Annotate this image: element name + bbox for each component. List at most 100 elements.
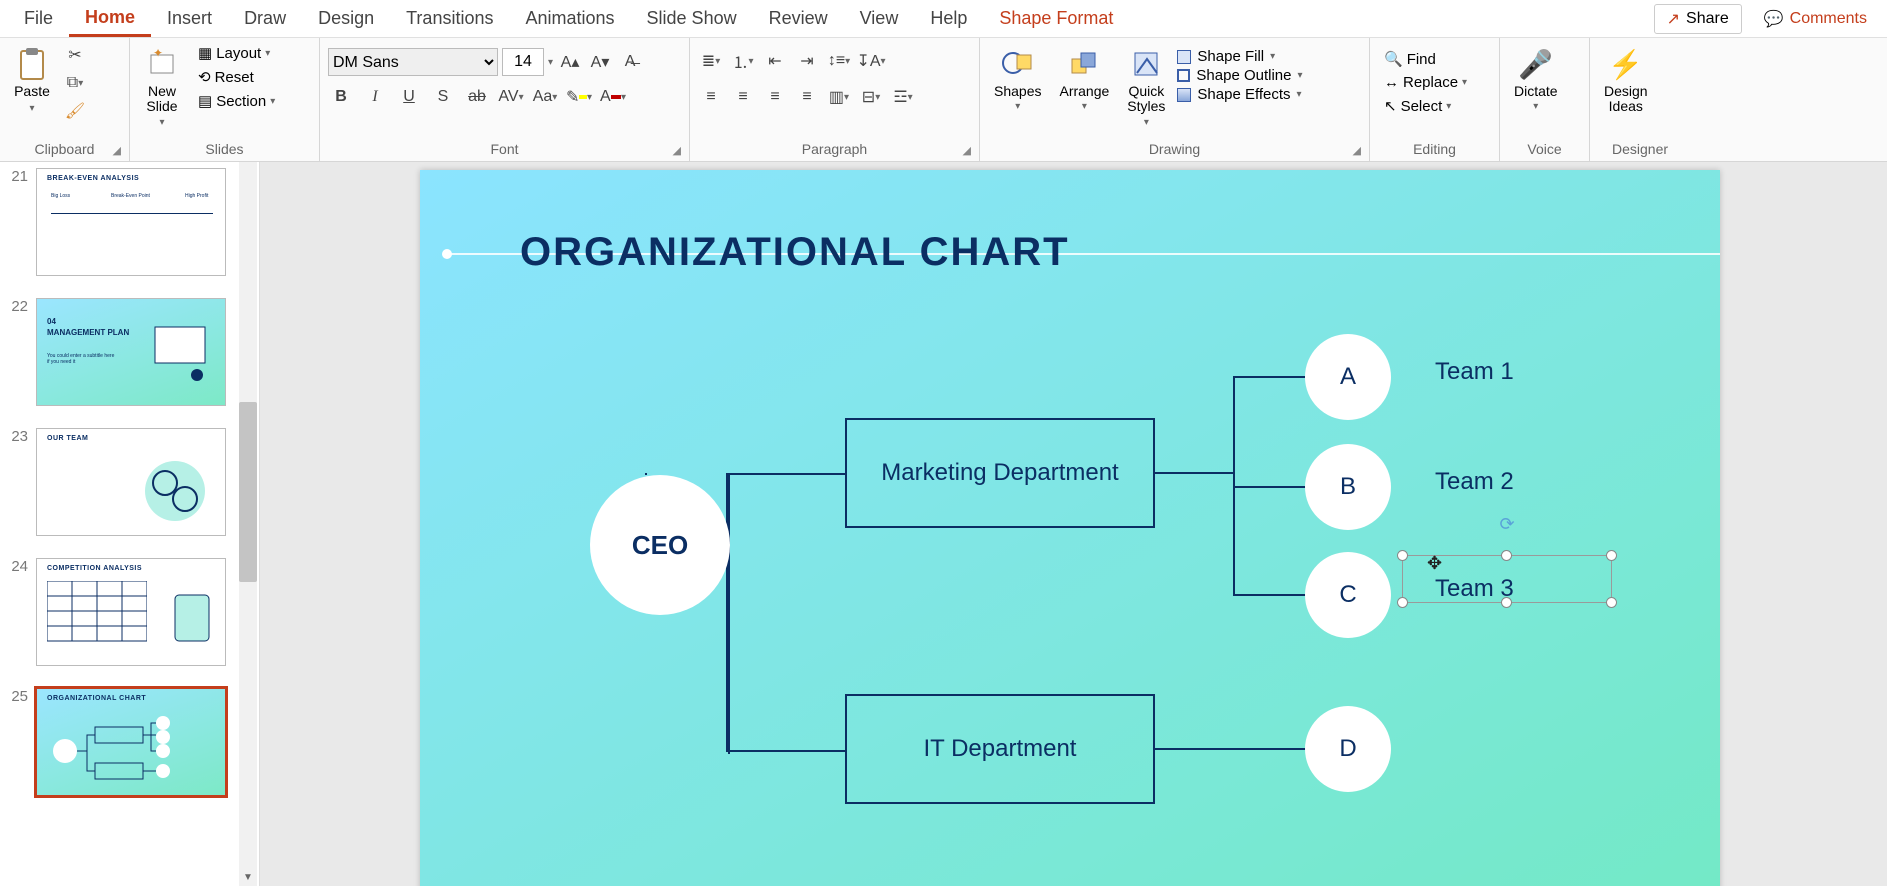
strike-button[interactable]: ab bbox=[464, 84, 490, 110]
connector[interactable] bbox=[1155, 472, 1235, 474]
shapes-button[interactable]: Shapes▾ bbox=[988, 42, 1047, 116]
decrease-indent-button[interactable]: ⇤ bbox=[762, 48, 788, 74]
resize-handle-sw[interactable] bbox=[1397, 597, 1408, 608]
shadow-button[interactable]: S bbox=[430, 84, 456, 110]
font-color-button[interactable]: A▾ bbox=[600, 84, 626, 110]
resize-handle-nw[interactable] bbox=[1397, 550, 1408, 561]
shape-effects-button[interactable]: Shape Effects▾ bbox=[1177, 86, 1302, 103]
thumbnail-21[interactable]: BREAK-EVEN ANALYSIS Big Loss Break-Even … bbox=[36, 168, 226, 276]
design-ideas-button[interactable]: ⚡ Design Ideas bbox=[1598, 42, 1654, 119]
connector[interactable] bbox=[1233, 486, 1307, 488]
font-launcher[interactable]: ◢ bbox=[673, 144, 681, 157]
tab-insert[interactable]: Insert bbox=[151, 2, 228, 35]
decrease-font-button[interactable]: A▾ bbox=[587, 49, 613, 75]
new-slide-button[interactable]: ✦ New Slide ▾ bbox=[138, 42, 186, 132]
drawing-launcher[interactable]: ◢ bbox=[1353, 144, 1361, 157]
tab-draw[interactable]: Draw bbox=[228, 2, 302, 35]
tab-slideshow[interactable]: Slide Show bbox=[631, 2, 753, 35]
clipboard-launcher[interactable]: ◢ bbox=[113, 144, 121, 157]
layout-button[interactable]: ▦Layout▾ bbox=[192, 42, 281, 64]
team-3-label[interactable]: Team 3 bbox=[1435, 575, 1514, 603]
slide-title[interactable]: ORGANIZATIONAL CHART bbox=[520, 230, 1070, 275]
text-direction-button[interactable]: ↧A▾ bbox=[858, 48, 884, 74]
change-case-button[interactable]: Aa▾ bbox=[532, 84, 558, 110]
slide-canvas[interactable]: ORGANIZATIONAL CHART bbox=[260, 162, 1887, 886]
scrollbar-thumb[interactable] bbox=[239, 402, 257, 582]
copy-button[interactable]: ⧉▾ bbox=[62, 70, 88, 96]
replace-button[interactable]: ↔Replace▾ bbox=[1378, 72, 1473, 93]
font-name-select[interactable]: DM Sans bbox=[328, 48, 498, 76]
paste-button[interactable]: Paste▾ bbox=[8, 42, 56, 119]
node-c[interactable]: C bbox=[1305, 552, 1391, 638]
resize-handle-n[interactable] bbox=[1501, 550, 1512, 561]
tab-design[interactable]: Design bbox=[302, 2, 390, 35]
connector[interactable] bbox=[728, 544, 730, 754]
smartart-button[interactable]: ☲▾ bbox=[890, 84, 916, 110]
connector[interactable] bbox=[1233, 594, 1307, 596]
increase-indent-button[interactable]: ⇥ bbox=[794, 48, 820, 74]
section-button[interactable]: ▤Section▾ bbox=[192, 90, 281, 112]
font-size-dropdown[interactable]: ▾ bbox=[548, 57, 553, 68]
reset-button[interactable]: ⟲Reset bbox=[192, 66, 281, 88]
team-2-label[interactable]: Team 2 bbox=[1435, 468, 1514, 496]
align-left-button[interactable]: ≡ bbox=[698, 84, 724, 110]
char-spacing-button[interactable]: AV▾ bbox=[498, 84, 524, 110]
marketing-dept-box[interactable]: Marketing Department bbox=[845, 418, 1155, 528]
shape-fill-button[interactable]: Shape Fill▾ bbox=[1177, 48, 1302, 65]
quick-styles-button[interactable]: Quick Styles▾ bbox=[1121, 42, 1171, 132]
font-size-input[interactable] bbox=[502, 48, 544, 76]
align-right-button[interactable]: ≡ bbox=[762, 84, 788, 110]
find-button[interactable]: 🔍Find bbox=[1378, 48, 1442, 70]
thumbnail-24[interactable]: COMPETITION ANALYSIS bbox=[36, 558, 226, 666]
shape-outline-button[interactable]: Shape Outline▾ bbox=[1177, 67, 1302, 84]
italic-button[interactable]: I bbox=[362, 84, 388, 110]
clear-formatting-button[interactable]: A̶ bbox=[617, 49, 643, 75]
node-b[interactable]: B bbox=[1305, 444, 1391, 530]
resize-handle-se[interactable] bbox=[1606, 597, 1617, 608]
numbering-button[interactable]: ⒈▾ bbox=[730, 48, 756, 74]
increase-font-button[interactable]: A▴ bbox=[557, 49, 583, 75]
columns-button[interactable]: ▥▾ bbox=[826, 84, 852, 110]
scroll-down-button[interactable]: ▼ bbox=[239, 868, 257, 886]
cut-button[interactable]: ✂ bbox=[62, 42, 88, 68]
tab-animations[interactable]: Animations bbox=[509, 2, 630, 35]
team-1-label[interactable]: Team 1 bbox=[1435, 358, 1514, 386]
node-a[interactable]: A bbox=[1305, 334, 1391, 420]
thumbnail-pane[interactable]: 21 BREAK-EVEN ANALYSIS Big Loss Break-Ev… bbox=[0, 162, 260, 886]
connector[interactable] bbox=[1155, 748, 1307, 750]
bold-button[interactable]: B bbox=[328, 84, 354, 110]
tab-view[interactable]: View bbox=[844, 2, 915, 35]
underline-button[interactable]: U bbox=[396, 84, 422, 110]
tab-file[interactable]: File bbox=[8, 2, 69, 35]
line-spacing-button[interactable]: ↕≡▾ bbox=[826, 48, 852, 74]
node-d[interactable]: D bbox=[1305, 706, 1391, 792]
highlight-button[interactable]: ✎▾ bbox=[566, 84, 592, 110]
align-center-button[interactable]: ≡ bbox=[730, 84, 756, 110]
comments-button[interactable]: 💬Comments bbox=[1752, 5, 1879, 33]
ceo-node[interactable]: CEO bbox=[590, 475, 730, 615]
dictate-button[interactable]: 🎤 Dictate▾ bbox=[1508, 42, 1564, 116]
rotate-handle[interactable]: ⟳ bbox=[1499, 514, 1514, 535]
tab-transitions[interactable]: Transitions bbox=[390, 2, 509, 35]
connector[interactable] bbox=[1233, 376, 1307, 378]
share-button[interactable]: ↗Share bbox=[1654, 4, 1742, 34]
justify-button[interactable]: ≡ bbox=[794, 84, 820, 110]
align-text-button[interactable]: ⊟▾ bbox=[858, 84, 884, 110]
resize-handle-ne[interactable] bbox=[1606, 550, 1617, 561]
slide[interactable]: ORGANIZATIONAL CHART bbox=[420, 170, 1720, 886]
tab-shape-format[interactable]: Shape Format bbox=[983, 2, 1129, 35]
paragraph-launcher[interactable]: ◢ bbox=[963, 144, 971, 157]
tab-review[interactable]: Review bbox=[753, 2, 844, 35]
format-painter-button[interactable]: 🖌 bbox=[62, 98, 88, 124]
thumbnail-22[interactable]: 04 MANAGEMENT PLAN You could enter a sub… bbox=[36, 298, 226, 406]
tab-help[interactable]: Help bbox=[914, 2, 983, 35]
connector[interactable] bbox=[726, 473, 728, 752]
arrange-button[interactable]: Arrange▾ bbox=[1053, 42, 1115, 116]
it-dept-box[interactable]: IT Department bbox=[845, 694, 1155, 804]
connector[interactable] bbox=[728, 750, 846, 752]
select-button[interactable]: ↖Select▾ bbox=[1378, 95, 1457, 117]
thumbnail-23[interactable]: OUR TEAM bbox=[36, 428, 226, 536]
bullets-button[interactable]: ≣▾ bbox=[698, 48, 724, 74]
thumbnail-25[interactable]: ORGANIZATIONAL CHART bbox=[36, 688, 226, 796]
tab-home[interactable]: Home bbox=[69, 1, 151, 37]
